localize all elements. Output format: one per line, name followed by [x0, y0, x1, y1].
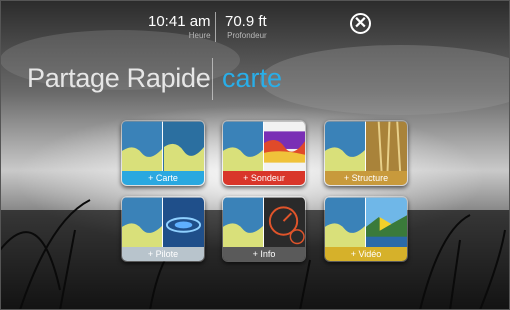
tile-info[interactable]: + Info [222, 196, 306, 262]
time-readout: 10:41 am Heure [148, 13, 211, 41]
tile-sondeur-label: + Sondeur [223, 171, 305, 185]
tile-pilote-label: + Pilote [122, 247, 204, 261]
gauge-thumbnail-icon [223, 197, 305, 249]
depth-label: Profondeur [227, 31, 267, 40]
tile-carte-label: + Carte [122, 171, 204, 185]
tile-structure[interactable]: + Structure [324, 120, 408, 186]
time-label: Heure [188, 31, 211, 40]
page-title: Partage Rapide [27, 63, 211, 93]
chart-thumbnail-icon [122, 121, 204, 173]
structure-thumbnail-icon [325, 121, 407, 173]
sonar-thumbnail-icon [223, 121, 305, 173]
tile-info-label: + Info [223, 247, 305, 261]
depth-value: 70.9 ft [225, 13, 267, 30]
tile-video[interactable]: + Vidéo [324, 196, 408, 262]
tile-pilote[interactable]: + Pilote [121, 196, 205, 262]
close-icon[interactable]: ✕ [350, 13, 371, 34]
video-thumbnail-icon [325, 197, 407, 249]
tile-sondeur[interactable]: + Sondeur [222, 120, 306, 186]
tile-carte[interactable]: + Carte [121, 120, 205, 186]
tile-structure-label: + Structure [325, 171, 407, 185]
time-value: 10:41 am [148, 13, 211, 30]
status-divider [215, 12, 216, 42]
page-subtitle: carte [222, 63, 283, 93]
tile-video-label: + Vidéo [325, 247, 407, 261]
title-divider [212, 58, 213, 100]
depth-readout: 70.9 ft Profondeur [225, 13, 267, 41]
autopilot-thumbnail-icon [122, 197, 204, 249]
